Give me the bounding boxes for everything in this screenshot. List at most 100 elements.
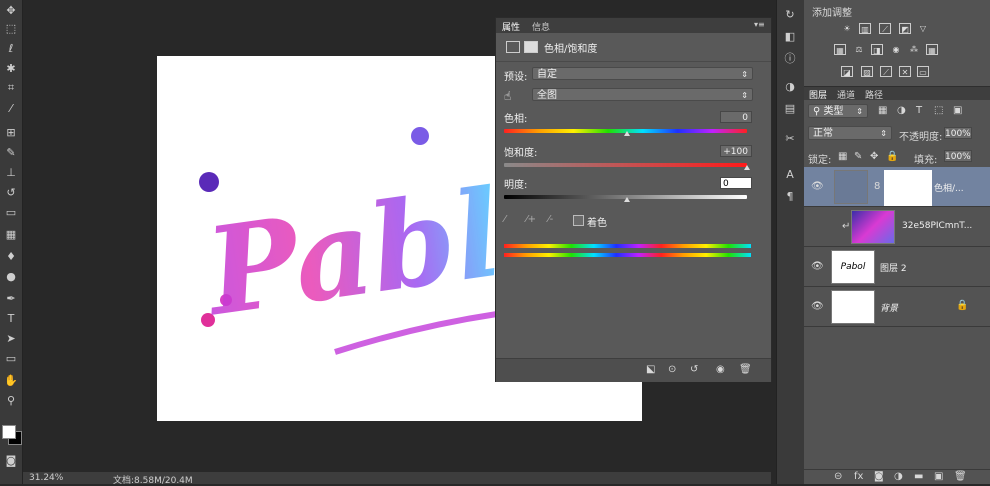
hand-tool-icon[interactable]: ✋ [3,372,19,388]
photo-filter-icon[interactable]: ◉ [890,44,902,55]
tab-info[interactable]: 信息 [532,20,550,33]
dodge-tool-icon[interactable]: ● [3,268,19,284]
healing-brush-icon[interactable]: ⊞ [3,124,19,140]
smart-object-filter-icon[interactable]: ▣ [953,105,962,116]
layer-row[interactable]: ↵ 32e58PICmnT... [804,207,990,247]
new-layer-icon[interactable]: ▣ [934,471,943,482]
posterize-icon[interactable]: ▨ [861,66,873,77]
layer-row[interactable]: 👁 Pabol 图层 2 [804,247,990,287]
link-layers-icon[interactable]: ⊝ [834,471,842,482]
type-filter-icon[interactable]: T [916,105,922,116]
color-panel-icon[interactable]: ◑ [782,78,798,94]
fill-field[interactable]: 100% [944,150,972,162]
color-balance-icon[interactable]: ⚖ [853,44,865,55]
paragraph-panel-icon[interactable]: ¶ [782,188,798,204]
tab-paths[interactable]: 路径 [865,88,883,101]
tool-presets-icon[interactable]: ✂ [782,130,798,146]
hsl-icon[interactable]: ▦ [834,44,846,55]
gradient-tool-icon[interactable]: ▦ [3,226,19,242]
black-white-icon[interactable]: ◨ [871,44,883,55]
eraser-tool-icon[interactable]: ▭ [3,204,19,220]
mask-icon[interactable] [524,41,538,53]
lightness-value-field[interactable]: 0 [720,177,752,189]
zoom-level[interactable]: 31.24% [29,473,63,483]
threshold-icon[interactable]: ⟋ [880,66,892,77]
targeted-adjustment-hand-icon[interactable]: ☝ [504,89,511,103]
blend-mode-select[interactable]: 正常 ⇕ [808,126,892,140]
type-tool-icon[interactable]: T [3,310,19,326]
visibility-eye-icon[interactable]: 👁 [811,261,824,272]
invert-icon[interactable]: ◪ [841,66,853,77]
blur-tool-icon[interactable]: ♦ [3,248,19,264]
reset-icon[interactable]: ↺ [690,364,698,375]
zoom-tool-icon[interactable]: ⚲ [3,392,19,408]
lock-position-icon[interactable]: ✥ [870,151,878,162]
tab-layers[interactable]: 图层 [809,88,827,101]
stamp-tool-icon[interactable]: ⊥ [3,164,19,180]
channel-select[interactable]: 全图 ⇕ [532,88,753,101]
foreground-color-swatch[interactable] [2,425,16,439]
add-mask-icon[interactable]: ◙ [874,471,884,482]
opacity-field[interactable]: 100% [944,127,972,139]
visibility-eye-icon[interactable]: 👁 [811,301,824,312]
marquee-tool-icon[interactable]: ⬚ [3,20,19,36]
move-tool-icon[interactable]: ✥ [3,2,19,18]
shape-filter-icon[interactable]: ⬚ [934,105,943,116]
visibility-eye-icon[interactable]: 👁 [811,181,824,192]
magic-wand-icon[interactable]: ✱ [3,60,19,76]
vibrance-icon[interactable]: ▽ [917,23,929,34]
mask-thumb[interactable] [884,170,932,206]
eyedropper-plus-icon[interactable]: ⁄+ [526,214,536,225]
selective-color-icon[interactable]: ▭ [917,66,929,77]
eyedropper-icon[interactable]: ⁄ [504,214,506,225]
brush-tool-icon[interactable]: ✎ [3,144,19,160]
color-lookup-icon[interactable]: ▦ [926,44,938,55]
fx-icon[interactable]: fx [854,471,863,482]
quick-mask-icon[interactable]: ◙ [3,452,19,468]
preset-select[interactable]: 自定 ⇕ [532,67,753,80]
colorize-checkbox[interactable] [573,215,584,226]
info-panel-icon[interactable]: ⓘ [782,50,798,66]
saturation-slider-thumb[interactable] [744,165,750,170]
swatches-panel-icon[interactable]: ▤ [782,100,798,116]
lock-all-icon[interactable]: 🔒 [886,151,898,162]
layer-row[interactable]: 👁 背景 🔒 [804,287,990,327]
pen-tool-icon[interactable]: ✒ [3,290,19,306]
pixel-filter-icon[interactable]: ▦ [878,105,887,116]
view-previous-icon[interactable]: ⊙ [668,364,676,375]
hue-slider-thumb[interactable] [624,131,630,136]
path-selection-icon[interactable]: ➤ [3,330,19,346]
saturation-slider[interactable] [504,163,747,167]
lightness-slider-thumb[interactable] [624,197,630,202]
character-panel-icon[interactable]: A [782,166,798,182]
panel-menu-icon[interactable]: ▾≡ [754,20,765,29]
layer-filter-select[interactable]: ⚲ 类型 ⇕ [808,104,868,118]
clip-to-layer-icon[interactable]: ⬕ [646,364,655,375]
tab-channels[interactable]: 通道 [837,88,855,101]
new-adjustment-icon[interactable]: ◑ [894,471,903,482]
trash-icon[interactable]: 🗑 [739,364,752,375]
exposure-icon[interactable]: ◩ [899,23,911,34]
channel-mixer-icon[interactable]: ⁂ [908,44,920,55]
lock-pixels-icon[interactable]: ✎ [854,151,862,162]
layer-row[interactable]: 👁 8 色相/... [804,167,990,207]
eyedropper-tool-icon[interactable]: ⁄ [3,100,19,116]
new-group-icon[interactable]: ▬ [914,471,923,482]
levels-icon[interactable]: ▥ [859,23,871,34]
trash-icon[interactable]: 🗑 [954,471,967,482]
lock-transparent-icon[interactable]: ▦ [838,151,847,162]
saturation-value-field[interactable]: +100 [720,145,752,157]
visibility-eye-icon[interactable]: ◉ [716,364,725,375]
tab-properties[interactable]: 属性 [502,20,520,33]
adjustments-panel-icon[interactable]: ◧ [782,28,798,44]
gradient-map-icon[interactable]: ✕ [899,66,911,77]
eyedropper-minus-icon[interactable]: ⁄- [548,214,553,225]
lasso-tool-icon[interactable]: ℓ [3,40,19,56]
crop-tool-icon[interactable]: ⌗ [3,80,19,96]
adjustment-filter-icon[interactable]: ◑ [897,105,906,116]
history-brush-icon[interactable]: ↺ [3,184,19,200]
brightness-icon[interactable]: ☀ [841,23,853,34]
shape-tool-icon[interactable]: ▭ [3,350,19,366]
hue-value-field[interactable]: 0 [720,111,752,123]
history-panel-icon[interactable]: ↻ [782,6,798,22]
